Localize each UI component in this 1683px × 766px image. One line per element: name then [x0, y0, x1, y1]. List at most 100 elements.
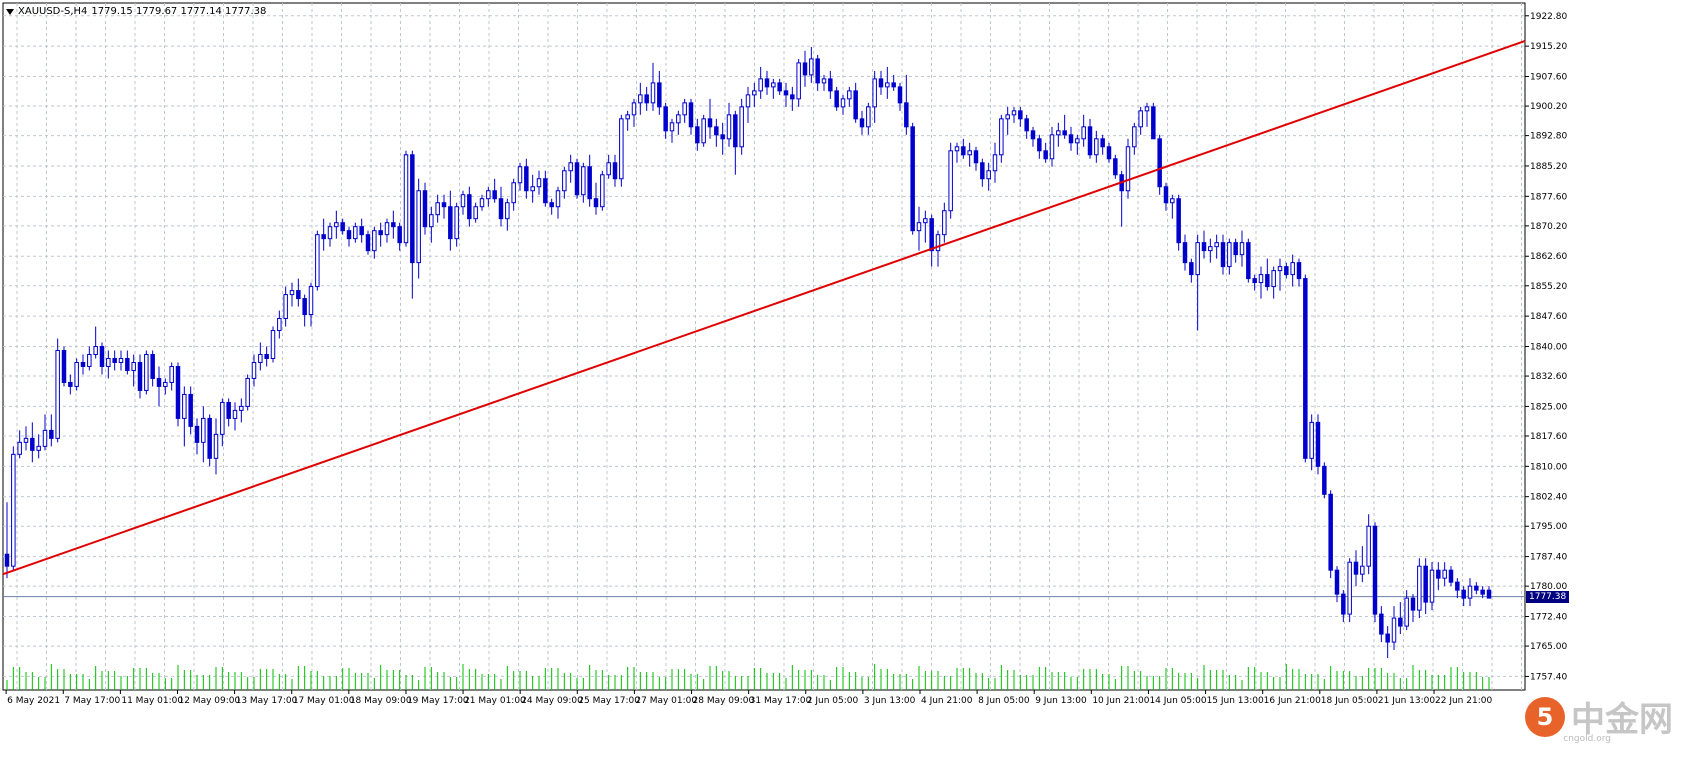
x-tick-label: 18 May 09:00 — [350, 696, 412, 706]
x-tick-label: 10 Jun 21:00 — [1092, 696, 1149, 706]
candle-down — [644, 94, 649, 104]
candle-up — [942, 210, 947, 236]
x-tick-label: 8 Jun 05:00 — [978, 696, 1030, 706]
candle-up — [479, 198, 485, 208]
y-tick-label: 1862.60 — [1530, 252, 1567, 262]
candle-up — [213, 433, 219, 459]
candle-up — [87, 353, 92, 367]
candle-down — [929, 218, 934, 252]
candle-up — [42, 429, 48, 447]
x-tick-label: 12 May 09:00 — [178, 696, 240, 706]
candle-up — [429, 214, 434, 228]
x-tick-label: 3 Jun 13:00 — [864, 696, 916, 706]
candle-up — [131, 361, 136, 371]
x-tick-label: 16 Jun 21:00 — [1264, 696, 1321, 706]
candle-up — [473, 206, 478, 220]
candle-up — [935, 234, 941, 252]
candle-up — [1132, 126, 1137, 148]
candle-down — [1385, 633, 1390, 643]
candle-down — [707, 118, 713, 128]
candle-up — [872, 78, 877, 108]
candle-down — [365, 234, 371, 252]
candle-up — [752, 90, 757, 96]
x-tick-label: 19 May 17:00 — [407, 696, 469, 706]
candle-down — [150, 353, 155, 379]
y-tick-label: 1817.60 — [1530, 432, 1567, 442]
candle-up — [372, 230, 377, 252]
y-tick-label: 1892.80 — [1530, 132, 1567, 142]
brand-logo-icon: 5 — [1525, 696, 1565, 737]
candle-down — [68, 381, 73, 387]
candle-up — [1417, 565, 1422, 611]
candle-up — [245, 377, 250, 407]
candle-up — [11, 453, 16, 567]
candle-down — [467, 194, 472, 220]
candle-up — [625, 114, 630, 120]
candle-up — [992, 154, 998, 172]
candle-up — [1366, 525, 1371, 567]
candle-down — [891, 82, 896, 88]
candle-up — [758, 78, 763, 92]
candle-down — [714, 126, 719, 136]
candle-down — [340, 222, 345, 232]
candle-up — [232, 409, 238, 419]
x-tick-label: 22 Jun 21:00 — [1435, 696, 1492, 706]
candle-up — [74, 361, 79, 387]
candle-up — [568, 162, 573, 172]
ohlc-values: 1779.15 1779.67 1777.14 1777.38 — [91, 6, 267, 17]
candle-down — [1474, 585, 1479, 591]
candle-up — [606, 162, 611, 176]
candle-down — [695, 126, 700, 144]
candle-up — [581, 166, 586, 196]
brand-url: cngold.org — [1563, 734, 1611, 744]
y-tick-label: 1832.60 — [1530, 372, 1567, 382]
x-tick-label: 25 May 17:00 — [578, 696, 640, 706]
chart-window[interactable]: 1922.80 1915.20 1907.60 1900.20 1892.80 1885.… — [0, 0, 1683, 766]
candle-down — [49, 429, 54, 439]
candle-down — [853, 90, 858, 120]
candle-down — [897, 86, 903, 104]
candle-down — [391, 222, 396, 228]
candle-down — [1372, 525, 1378, 615]
candle-up — [999, 118, 1004, 156]
candle-down — [4, 553, 10, 567]
candle-down — [657, 82, 662, 108]
x-tick-label: 7 May 17:00 — [64, 696, 120, 706]
x-tick-label: 6 May 2021 — [7, 696, 60, 706]
candle-up — [916, 222, 922, 232]
dropdown-triangle-icon[interactable] — [6, 8, 14, 15]
candle-up — [1125, 146, 1131, 192]
candle-down — [1189, 262, 1194, 276]
candle-down — [125, 357, 130, 371]
candle-up — [631, 102, 637, 116]
price-chart[interactable]: 1922.80 1915.20 1907.60 1900.20 1892.80 1885.… — [0, 0, 1683, 766]
candle-down — [1379, 613, 1384, 635]
candle-up — [796, 62, 801, 100]
candle-down — [188, 393, 193, 427]
candle-up — [682, 102, 687, 116]
candle-down — [777, 82, 782, 92]
x-tick-label: 21 Jun 13:00 — [1378, 696, 1435, 706]
y-tick-label: 1772.40 — [1530, 613, 1567, 623]
x-tick-label: 11 May 01:00 — [121, 696, 183, 706]
candle-down — [1024, 118, 1029, 132]
candle-up — [169, 365, 174, 383]
candle-up — [885, 82, 890, 88]
candle-down — [1461, 589, 1466, 599]
candle-down — [1163, 186, 1169, 204]
candle-down — [1106, 146, 1112, 160]
candle-down — [156, 377, 162, 387]
candle-up — [182, 393, 187, 419]
candle-down — [448, 206, 453, 240]
candle-down — [207, 417, 212, 459]
candle-up — [1290, 262, 1295, 276]
candle-down — [980, 162, 985, 180]
candle-up — [1195, 242, 1200, 276]
candle-up — [847, 90, 852, 100]
candle-down — [321, 234, 326, 240]
candle-up — [536, 178, 542, 188]
candle-down — [593, 198, 599, 208]
candle-up — [745, 94, 751, 108]
candle-up — [334, 222, 339, 228]
y-tick-label: 1825.00 — [1530, 402, 1567, 412]
